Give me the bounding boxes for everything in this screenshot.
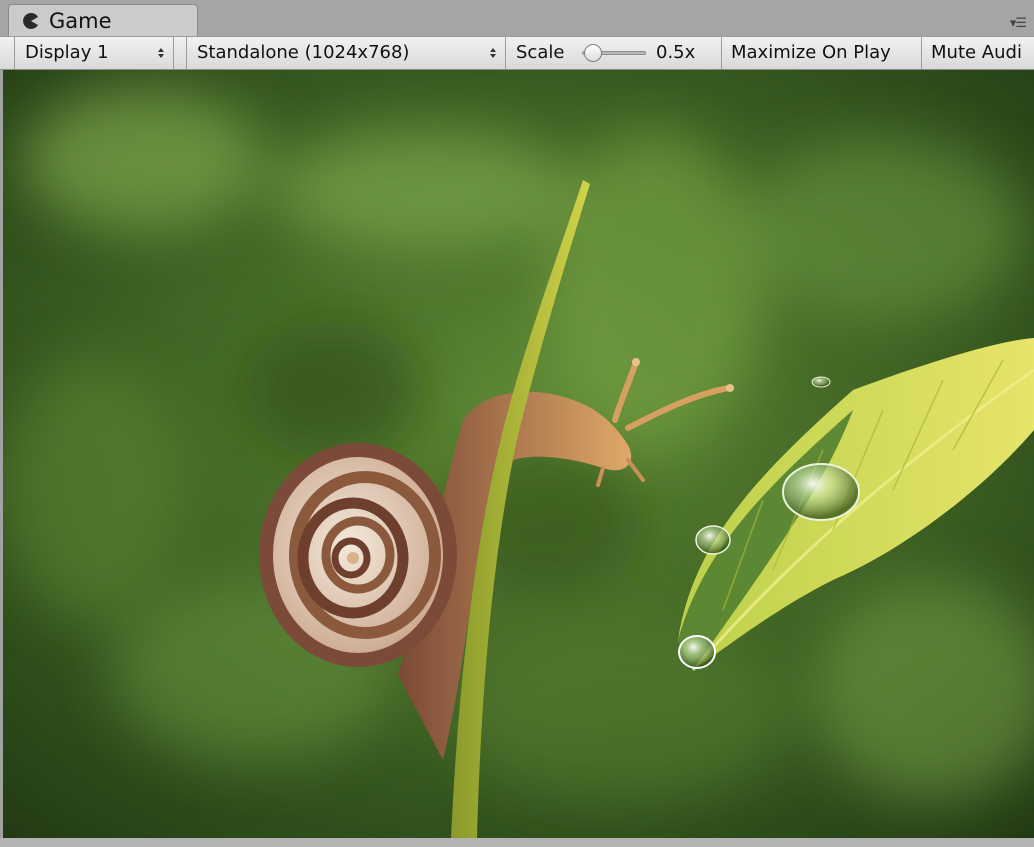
tab-bar: Game ▾☰ bbox=[0, 0, 1034, 36]
tab-options-icon[interactable]: ▾☰ bbox=[1010, 16, 1027, 32]
scale-value: 0.5x bbox=[656, 42, 696, 63]
popup-arrows-icon bbox=[158, 48, 164, 58]
game-viewport[interactable] bbox=[3, 70, 1034, 838]
game-window: Game ▾☰ Display 1 Standalone (1024x768) … bbox=[0, 0, 1034, 847]
game-render-image bbox=[3, 70, 1034, 838]
maximize-label: Maximize On Play bbox=[731, 42, 891, 63]
mute-audio-toggle[interactable]: Mute Audi bbox=[922, 37, 1034, 69]
display-dropdown[interactable]: Display 1 bbox=[14, 37, 174, 69]
tab-game[interactable]: Game bbox=[8, 4, 198, 36]
mute-label: Mute Audi bbox=[931, 42, 1022, 63]
game-toolbar: Display 1 Standalone (1024x768) Scale 0.… bbox=[0, 36, 1034, 70]
scale-label: Scale bbox=[516, 42, 565, 63]
popup-arrows-icon bbox=[490, 48, 496, 58]
display-label: Display 1 bbox=[25, 42, 109, 63]
maximize-on-play-toggle[interactable]: Maximize On Play bbox=[722, 37, 922, 69]
tab-label: Game bbox=[49, 9, 112, 33]
aspect-dropdown[interactable]: Standalone (1024x768) bbox=[186, 37, 506, 69]
aspect-label: Standalone (1024x768) bbox=[197, 42, 410, 63]
scale-slider[interactable] bbox=[582, 44, 646, 62]
pacman-icon bbox=[23, 12, 38, 29]
scale-control: Scale 0.5x bbox=[506, 37, 722, 69]
scale-slider-thumb[interactable] bbox=[584, 44, 602, 62]
snail-shell bbox=[259, 443, 457, 667]
bottom-border bbox=[0, 838, 1034, 847]
